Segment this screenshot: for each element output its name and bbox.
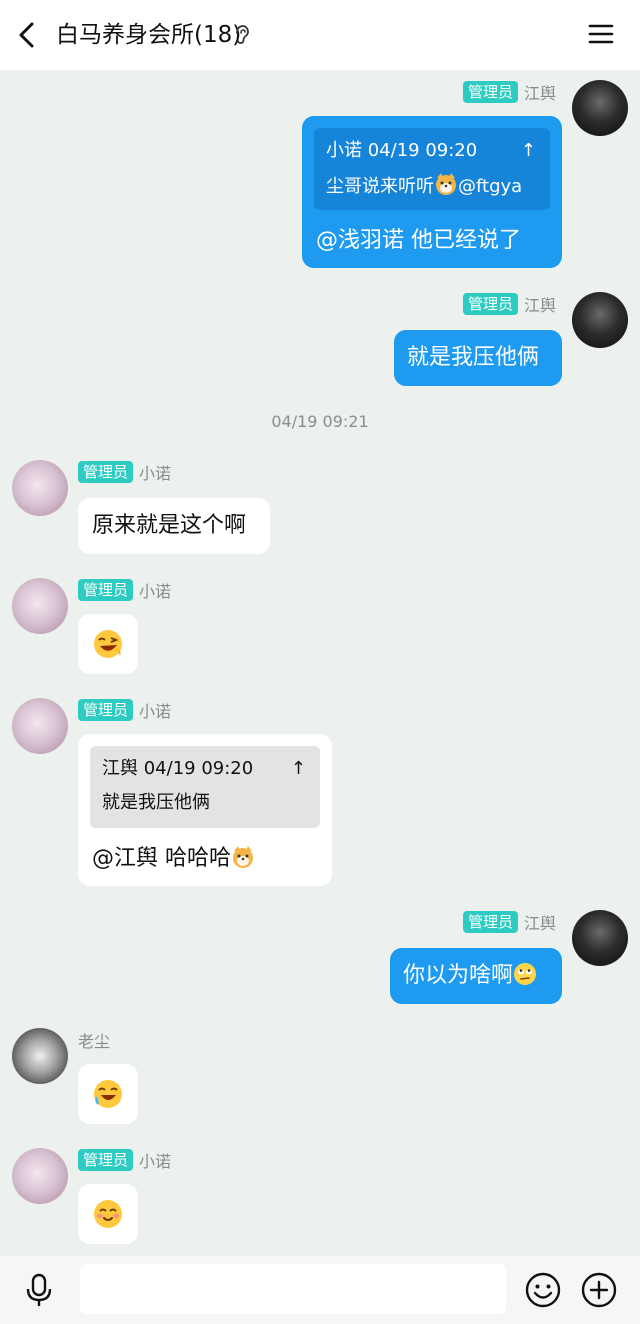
- message-meta: 老尘: [78, 1028, 110, 1052]
- ear-icon[interactable]: [232, 24, 252, 46]
- message-input[interactable]: [80, 1264, 506, 1314]
- admin-badge: 管理员: [462, 911, 518, 933]
- message-meta: 管理员 江舆: [462, 910, 556, 934]
- quote-text: 尘哥说来听听: [326, 176, 434, 197]
- doge-emoji-icon: [436, 173, 456, 195]
- admin-badge: 管理员: [462, 293, 518, 315]
- admin-badge: 管理员: [78, 461, 134, 483]
- message-meta: 管理员 江舆: [462, 80, 556, 104]
- message-bubble[interactable]: 你以为啥啊: [390, 948, 562, 1004]
- quote-jump-arrow[interactable]: ↑: [291, 756, 306, 782]
- sender-name[interactable]: 小诺: [139, 460, 171, 484]
- menu-icon[interactable]: [586, 18, 616, 50]
- avatar[interactable]: [12, 698, 68, 754]
- quoted-message[interactable]: 小诺 04/19 09:20 ↑ 尘哥说来听听 @ftgya: [314, 128, 550, 210]
- message-text-line: 你以为啥啊: [403, 961, 537, 991]
- admin-badge: 管理员: [78, 699, 134, 721]
- message-text: 你以为啥啊: [403, 963, 514, 988]
- avatar[interactable]: [572, 910, 628, 966]
- message-text: 原来就是这个啊: [92, 513, 247, 538]
- quote-jump-arrow[interactable]: ↑: [521, 138, 536, 164]
- eye-roll-emoji-icon: [514, 963, 537, 985]
- message-meta: 管理员 江舆: [462, 292, 556, 316]
- message-meta: 管理员 小诺: [78, 698, 171, 722]
- chat-header: 白马养身会所(18): [0, 0, 640, 70]
- quote-mention: @ftgya: [458, 176, 523, 197]
- quote-text-line: 尘哥说来听听 @ftgya: [326, 172, 522, 200]
- blushing-smile-face-icon: [94, 1200, 122, 1228]
- message-text: @浅羽诺 他已经说了: [316, 228, 521, 253]
- input-bar: [0, 1256, 640, 1324]
- sender-name[interactable]: 小诺: [139, 578, 171, 602]
- message-text: @江舆 哈哈哈: [92, 846, 231, 871]
- message-bubble[interactable]: 江舆 04/19 09:20 ↑ 就是我压他俩 @江舆 哈哈哈: [78, 734, 332, 886]
- message-bubble[interactable]: [78, 614, 138, 674]
- back-arrow-icon[interactable]: [12, 18, 44, 52]
- admin-badge: 管理员: [78, 579, 134, 601]
- avatar[interactable]: [572, 80, 628, 136]
- laughing-face-icon: [94, 630, 122, 658]
- chat-title: 白马养身会所(18): [56, 22, 242, 48]
- avatar[interactable]: [572, 292, 628, 348]
- sender-name[interactable]: 江舆: [524, 910, 556, 934]
- emoji-icon[interactable]: [524, 1271, 562, 1309]
- sender-name[interactable]: 小诺: [139, 1148, 171, 1172]
- laugh-tears-face-icon: [94, 1080, 122, 1108]
- message-text-line: @江舆 哈哈哈: [92, 844, 255, 874]
- quoted-message[interactable]: 江舆 04/19 09:20 ↑ 就是我压他俩: [90, 746, 320, 828]
- message-bubble[interactable]: [78, 1184, 138, 1244]
- message-bubble[interactable]: [78, 1064, 138, 1124]
- message-bubble[interactable]: 原来就是这个啊: [78, 498, 270, 554]
- quote-author-time: 小诺 04/19 09:20: [326, 140, 478, 161]
- message-meta: 管理员 小诺: [78, 1148, 171, 1172]
- quote-text: 就是我压他俩: [102, 792, 210, 813]
- sender-name[interactable]: 老尘: [78, 1028, 110, 1052]
- sender-name[interactable]: 小诺: [139, 698, 171, 722]
- message-meta: 管理员 小诺: [78, 460, 171, 484]
- admin-badge: 管理员: [78, 1149, 134, 1171]
- admin-badge: 管理员: [462, 81, 518, 103]
- avatar[interactable]: [12, 578, 68, 634]
- plus-icon[interactable]: [580, 1271, 618, 1309]
- avatar[interactable]: [12, 460, 68, 516]
- microphone-icon[interactable]: [22, 1272, 56, 1308]
- message-text: 就是我压他俩: [407, 345, 540, 370]
- doge-emoji-icon: [233, 846, 253, 868]
- avatar[interactable]: [12, 1148, 68, 1204]
- message-bubble[interactable]: 小诺 04/19 09:20 ↑ 尘哥说来听听 @ftgya @浅羽诺 他已经说了: [302, 116, 562, 268]
- message-bubble[interactable]: 就是我压他俩: [394, 330, 562, 386]
- time-divider: 04/19 09:21: [271, 412, 369, 431]
- sender-name[interactable]: 江舆: [524, 80, 556, 104]
- message-meta: 管理员 小诺: [78, 578, 171, 602]
- sender-name[interactable]: 江舆: [524, 292, 556, 316]
- avatar[interactable]: [12, 1028, 68, 1084]
- quote-author-time: 江舆 04/19 09:20: [102, 758, 254, 779]
